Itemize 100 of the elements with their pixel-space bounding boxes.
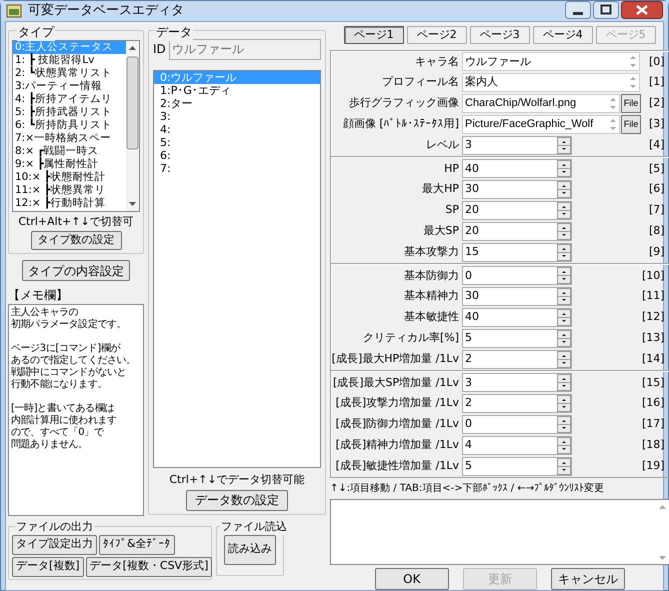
number-field[interactable]: 15 [462, 242, 572, 262]
field-label: [成長]最大HP増加量 /1Lv [331, 350, 460, 367]
field-value: 20 [464, 223, 480, 240]
field-label: SP [444, 202, 460, 218]
type-content-button[interactable]: タイプの内容設定 [22, 260, 130, 281]
number-field[interactable]: 2 [462, 350, 572, 369]
number-field[interactable]: 40 [462, 308, 572, 327]
field-label: [成長]敏捷性増加量 /1Lv [334, 458, 460, 474]
file-button[interactable]: File [621, 114, 641, 134]
dialog-button[interactable]: OK [374, 568, 449, 590]
export-button[interactable]: タイプ設定出力 [12, 534, 97, 554]
field-index: [11] [642, 288, 666, 304]
description-textarea[interactable] [330, 499, 669, 566]
field-index: [17] [642, 416, 666, 432]
list-item[interactable]: 3: [154, 110, 320, 122]
number-field[interactable]: 0 [462, 266, 572, 286]
text-field[interactable]: 案内人 [462, 73, 640, 92]
spin-button[interactable] [557, 181, 571, 198]
spin-button[interactable] [557, 458, 571, 475]
number-field[interactable]: 4 [462, 436, 572, 455]
field-index: [13] [642, 330, 666, 346]
field-label: 基本防御力 [403, 268, 460, 284]
field-label: 基本精神力 [403, 288, 460, 304]
export-button[interactable]: ﾀｲﾌﾟ&全ﾃﾞｰﾀ [99, 534, 175, 554]
memo-text-line: 問題ありません。 [11, 439, 89, 451]
page-tab[interactable]: ページ3 [470, 26, 530, 44]
spin-button[interactable] [557, 416, 571, 433]
memo-text-line: 主人公キャラの [11, 307, 80, 318]
list-item[interactable]: 3:パーティー情報 [13, 80, 126, 92]
text-field[interactable]: CharaChip/Wolfarl.png [462, 94, 620, 113]
number-field[interactable]: 20 [462, 222, 572, 241]
page-tab[interactable]: ページ2 [406, 26, 467, 44]
list-item[interactable]: 1: ┣ 技能習得Lv [13, 54, 126, 66]
spin-button[interactable] [557, 395, 571, 412]
spin-button[interactable] [557, 350, 571, 368]
export-button[interactable]: データ[複数] [12, 556, 84, 576]
memo-textarea[interactable]: 主人公キャラの 初期パラメータ設定です。 ページ3に[コマンド]欄が あるので指定してください。 戦闘中にコマンドがないと 行動不能になります。 [一時]と書いてある欄は 内部計算用に使われます ので、すべて「0」で 問題ありません。 [8, 304, 144, 516]
list-item[interactable]: 5: ┣所持武器リスト [13, 106, 126, 118]
number-field[interactable]: 2 [462, 394, 572, 414]
list-item[interactable]: 1:P･G･エディ [154, 84, 320, 96]
page-tab[interactable]: ページ4 [532, 26, 593, 44]
spin-button[interactable] [557, 267, 571, 284]
text-field[interactable]: ウルファール [462, 52, 640, 72]
list-item[interactable]: 5: [154, 136, 320, 148]
list-item[interactable]: 4: [154, 122, 320, 136]
export-button[interactable]: データ[複数・CSV形式] [86, 556, 212, 576]
type-count-button[interactable]: タイプ数の設定 [30, 231, 122, 250]
id-field[interactable]: ウルファール [168, 38, 321, 60]
window-title: 可変データベースエディタ [28, 2, 185, 20]
field-label: 最大HP [421, 181, 460, 198]
dialog-button[interactable]: キャンセル [550, 568, 625, 590]
scrollbar[interactable] [126, 40, 139, 210]
spin-button[interactable] [557, 436, 571, 454]
text-field[interactable]: Picture/FaceGraphic_Wolf [462, 114, 620, 134]
field-value: 3 [464, 136, 473, 153]
list-item[interactable]: 8:× ┏戦闘一時ス [13, 144, 126, 158]
list-item[interactable]: 11:× ┣状態異常リ [13, 184, 126, 196]
list-item[interactable]: 2: ┗状態異常リスト [13, 66, 126, 80]
number-field[interactable]: 5 [462, 456, 572, 476]
field-value: 0 [464, 416, 473, 432]
memo-text-line: 行動不能になります。 [11, 379, 108, 391]
field-index: [1] [648, 74, 666, 90]
number-field[interactable]: 3 [462, 373, 572, 392]
maximize-button[interactable] [593, 1, 619, 19]
list-item[interactable]: 10:× ┣状態耐性計 [13, 170, 126, 184]
list-item[interactable]: 12:× ┣行動時計算 [13, 196, 126, 210]
number-field[interactable]: 20 [462, 200, 572, 220]
list-item[interactable]: 4: ┣所持アイテムリ [13, 92, 126, 106]
number-field[interactable]: 3 [462, 136, 572, 155]
spin-button[interactable] [557, 222, 571, 240]
spin-button[interactable] [557, 374, 571, 392]
list-item[interactable]: 9:× ┣属性耐性計 [13, 158, 126, 170]
field-label: プロフィール名 [381, 74, 460, 90]
spin-button[interactable] [557, 202, 571, 219]
spin-button[interactable] [557, 244, 571, 261]
number-field[interactable]: 0 [462, 414, 572, 434]
data-count-button[interactable]: データ数の設定 [186, 490, 288, 510]
list-item[interactable]: 7:×一時格納スペー [13, 132, 126, 144]
load-button[interactable]: 読み込み [224, 534, 276, 564]
spin-button[interactable] [557, 330, 571, 347]
number-field[interactable]: 30 [462, 287, 572, 306]
field-value: 30 [464, 181, 480, 198]
file-button[interactable]: File [621, 94, 641, 113]
field-label: [成長]攻撃力増加量 /1Lv [334, 395, 460, 412]
spin-button[interactable] [557, 308, 571, 326]
minimize-button[interactable] [565, 1, 591, 19]
spin-button[interactable] [557, 288, 571, 306]
page-tab[interactable]: ページ1 [344, 26, 404, 44]
list-item[interactable]: 6: [154, 148, 320, 162]
number-field[interactable]: 5 [462, 328, 572, 348]
list-item[interactable]: 2:ター [154, 96, 320, 110]
list-item[interactable]: 7: [154, 162, 320, 174]
list-item[interactable]: 6: ┗所持防具リスト [13, 118, 126, 132]
close-button[interactable] [621, 1, 663, 19]
field-label: キャラ名 [414, 54, 460, 70]
spin-button[interactable] [557, 160, 571, 178]
number-field[interactable]: 30 [462, 180, 572, 200]
field-label: HP [443, 160, 460, 177]
spin-button[interactable] [557, 136, 571, 154]
number-field[interactable]: 40 [462, 159, 572, 178]
